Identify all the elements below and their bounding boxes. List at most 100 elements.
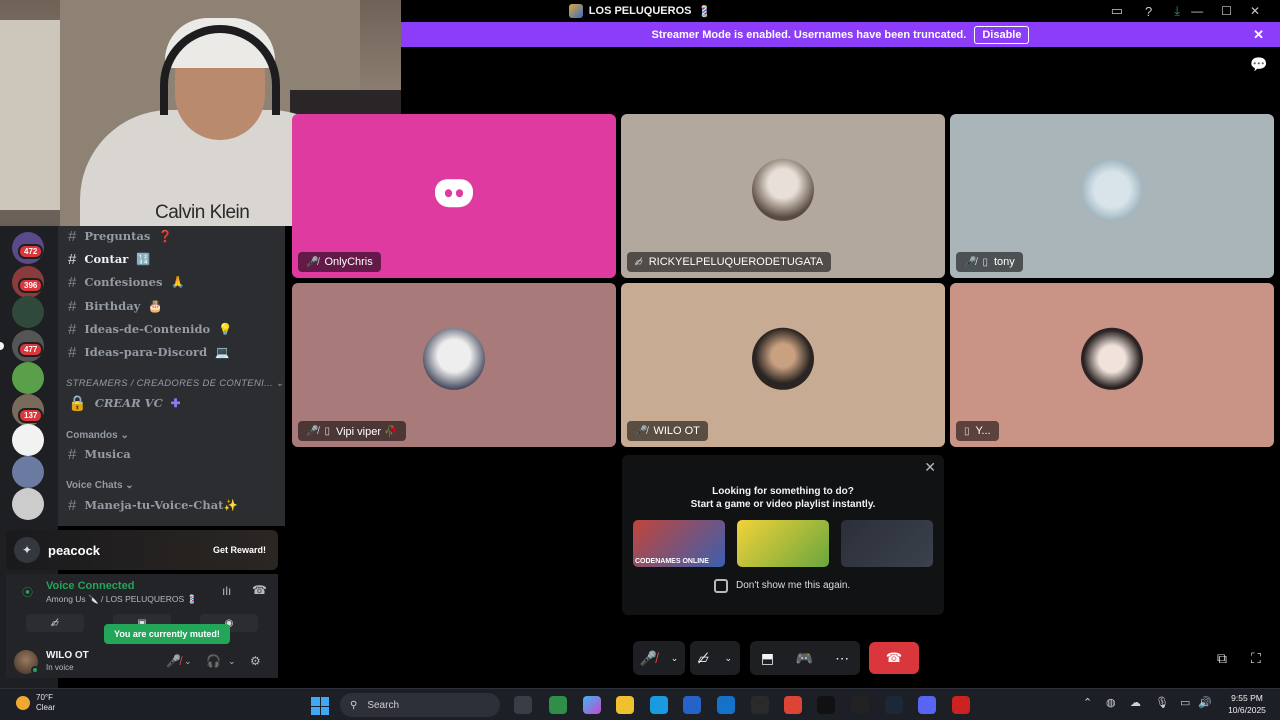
disable-streamer-mode-button[interactable]: Disable bbox=[974, 25, 1030, 44]
edge-icon[interactable] bbox=[650, 696, 668, 714]
microphone-icon[interactable]: 🎙 bbox=[1155, 696, 1169, 709]
minimize-icon[interactable]: — bbox=[1191, 4, 1203, 18]
close-window-icon[interactable]: ✕ bbox=[1250, 4, 1260, 18]
windows-start-icon[interactable] bbox=[311, 697, 329, 715]
video-tile-y[interactable]: ▯ Y... bbox=[950, 283, 1274, 447]
window-title-emoji: 💈 bbox=[697, 5, 712, 18]
category-comandos[interactable]: Comandos ⌄ bbox=[66, 430, 129, 441]
unread-pip bbox=[0, 342, 4, 350]
mention-badge: 472 bbox=[18, 244, 44, 259]
video-off-button[interactable]: ▱̸ bbox=[26, 614, 84, 632]
more-options-icon[interactable]: ⋯ bbox=[835, 650, 849, 667]
channel-birthday[interactable]: # Birthday 🎂 bbox=[68, 296, 163, 316]
chrome-icon[interactable] bbox=[784, 696, 802, 714]
chevron-down-icon[interactable]: ⌄ bbox=[184, 656, 192, 667]
screen-share-icon[interactable]: ⬒ bbox=[761, 650, 774, 667]
chat-bubble-icon[interactable]: 💬 bbox=[1250, 56, 1267, 73]
game-card-farm[interactable] bbox=[737, 520, 829, 567]
inbox-icon[interactable]: ▭ bbox=[1111, 3, 1123, 19]
video-tile-vipi-viper[interactable]: 🎤̸ ▯ Vipi viper 🥀 bbox=[292, 283, 616, 447]
category-voice-chats[interactable]: Voice Chats ⌄ bbox=[66, 480, 134, 491]
close-banner-icon[interactable]: ✕ bbox=[1253, 27, 1264, 43]
network-icon[interactable]: ▭ bbox=[1180, 696, 1190, 709]
server-icon-5[interactable] bbox=[12, 362, 44, 394]
download-icon[interactable]: ⤓ bbox=[1174, 3, 1180, 19]
video-tile-rickyelpeluquero[interactable]: ▱̸ RICKYELPELUQUERODETUGATA bbox=[621, 114, 945, 278]
weather-widget[interactable]: 70°F Clear bbox=[16, 693, 55, 713]
channel-preguntas[interactable]: # Preguntas ❓ bbox=[68, 226, 173, 246]
video-tile-wilo-ot[interactable]: 🎤̸ WILO OT bbox=[621, 283, 945, 447]
task-view-icon[interactable] bbox=[514, 696, 532, 714]
channel-label: Contar bbox=[84, 252, 129, 266]
participant-label: 🎤̸ WILO OT bbox=[627, 421, 708, 441]
tiktok-icon[interactable] bbox=[817, 696, 835, 714]
cloud-icon[interactable]: ☁ bbox=[1130, 696, 1141, 709]
game-card-codenames[interactable]: CODENAMES ONLINE bbox=[633, 520, 725, 567]
close-popup-icon[interactable]: ✕ bbox=[924, 459, 936, 476]
voice-channel-name[interactable]: Among Us 🔪 / LOS PELUQUEROS 💈 bbox=[46, 594, 197, 605]
webcam-door bbox=[0, 20, 60, 210]
chevron-up-icon[interactable]: ⌃ bbox=[1083, 696, 1092, 709]
outlook-icon[interactable] bbox=[717, 696, 735, 714]
store-icon[interactable] bbox=[683, 696, 701, 714]
channel-label: Maneja-tu-Voice-Chat✨ bbox=[84, 498, 238, 512]
app-icon[interactable] bbox=[952, 696, 970, 714]
tray-app-icon[interactable]: ◍ bbox=[1106, 696, 1116, 709]
participant-label: 🎤̸ ▯ Vipi viper 🥀 bbox=[298, 421, 406, 441]
pop-out-icon[interactable]: ⧉ bbox=[1217, 650, 1227, 667]
server-icon-3[interactable] bbox=[12, 296, 44, 328]
microphone-muted-icon[interactable]: 🎤̸ bbox=[640, 650, 657, 667]
gamepad-icon[interactable]: 🎮 bbox=[796, 650, 813, 667]
headphones-icon[interactable]: 🎧 bbox=[206, 654, 221, 668]
category-streamers[interactable]: STREAMERS / CREADORES DE CONTENI... ⌄ bbox=[66, 378, 284, 389]
channel-ideas-de-contenido[interactable]: # Ideas-de-Contenido 💡 bbox=[68, 319, 233, 339]
channel-crear-vc[interactable]: 🔒 CREAR VC ✚ bbox=[68, 393, 180, 413]
mic-muted-icon: 🎤̸ bbox=[306, 256, 319, 268]
video-tile-tony[interactable]: 🎤̸ ▯ tony bbox=[950, 114, 1274, 278]
webcam-shirt-brand: Calvin Klein bbox=[155, 202, 250, 223]
taskbar-search-input[interactable]: ⚲ Search bbox=[340, 693, 500, 717]
voice-status[interactable]: Voice Connected bbox=[46, 580, 134, 592]
server-icon-8[interactable] bbox=[12, 456, 44, 488]
get-reward-button[interactable]: Get Reward! bbox=[213, 545, 266, 555]
end-call-button[interactable]: ☎ bbox=[869, 642, 919, 674]
username[interactable]: WILO OT bbox=[46, 650, 89, 661]
hash-icon: # bbox=[68, 445, 77, 463]
settings-gear-icon[interactable]: ⚙ bbox=[250, 654, 261, 668]
channel-maneja-voice-chat[interactable]: # Maneja-tu-Voice-Chat✨ bbox=[68, 495, 238, 515]
peacock-ad[interactable]: ✦ peacock Get Reward! bbox=[6, 530, 278, 570]
copilot-icon[interactable] bbox=[583, 696, 601, 714]
obs-icon[interactable] bbox=[751, 696, 769, 714]
chevron-down-icon[interactable]: ⌄ bbox=[228, 656, 236, 667]
fullscreen-icon[interactable]: ⛶ bbox=[1251, 650, 1261, 667]
disconnect-icon[interactable]: ☎ bbox=[252, 583, 267, 597]
chevron-down-icon[interactable]: ⌄ bbox=[725, 653, 733, 664]
channel-confesiones[interactable]: # Confesiones 🙏 bbox=[68, 272, 185, 292]
game-card-black-phone[interactable] bbox=[841, 520, 933, 567]
xbox-app-icon[interactable] bbox=[549, 696, 567, 714]
video-tile-onlychris[interactable]: 🎤̸ OnlyChris bbox=[292, 114, 616, 278]
help-icon[interactable]: ? bbox=[1145, 4, 1152, 19]
file-explorer-icon[interactable] bbox=[616, 696, 634, 714]
volume-icon[interactable]: 🔊 bbox=[1198, 696, 1212, 709]
noise-suppression-icon[interactable]: ılı bbox=[222, 584, 231, 598]
camera-off-icon[interactable]: ▱̸ bbox=[698, 650, 709, 667]
chevron-down-icon[interactable]: ⌄ bbox=[671, 653, 679, 664]
steam-icon[interactable] bbox=[885, 696, 903, 714]
app-icon[interactable] bbox=[851, 696, 869, 714]
microphone-muted-icon[interactable]: 🎤̸ bbox=[166, 654, 181, 668]
dont-show-again-checkbox[interactable] bbox=[714, 579, 728, 593]
channel-contar[interactable]: # Contar 🔢 bbox=[68, 249, 151, 269]
discord-taskbar-icon[interactable] bbox=[918, 696, 936, 714]
hash-icon: # bbox=[68, 343, 77, 361]
participant-label: 🎤̸ ▯ tony bbox=[956, 252, 1023, 272]
hash-icon: # bbox=[68, 496, 77, 514]
server-icon-7[interactable] bbox=[12, 424, 44, 456]
channel-musica[interactable]: # Musica bbox=[68, 444, 131, 464]
maximize-icon[interactable]: ☐ bbox=[1221, 4, 1232, 18]
signal-icon[interactable]: ⦿ bbox=[22, 584, 33, 600]
taskbar-clock[interactable]: 9:55 PM 10/6/2025 bbox=[1222, 692, 1272, 716]
server-icon-9[interactable] bbox=[12, 488, 44, 520]
mic-muted-icon: 🎤̸ bbox=[635, 425, 648, 437]
channel-ideas-para-discord[interactable]: # Ideas-para-Discord 💻 bbox=[68, 342, 229, 362]
